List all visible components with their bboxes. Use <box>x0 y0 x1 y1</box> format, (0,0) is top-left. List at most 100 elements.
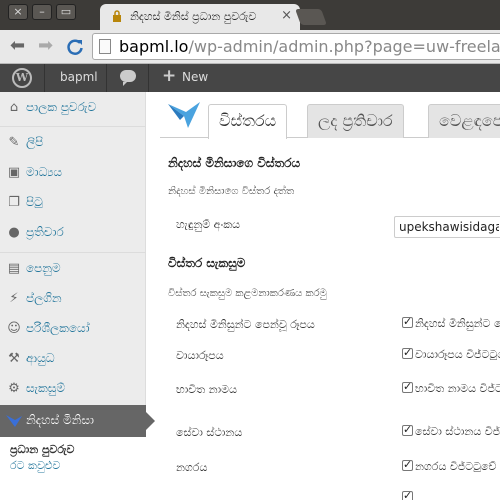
checkbox[interactable] <box>402 346 413 359</box>
submenu-item-main-dashboard[interactable]: ප්‍රධාන පුවරුව <box>10 443 74 457</box>
section-description-settings: විස්තර සැකසුම කළමනාකරණය කරමු <box>168 288 327 299</box>
tab-details[interactable]: විස්තරය <box>208 104 288 139</box>
wp-admin-bar: W bapml + New <box>0 64 500 92</box>
pin-icon: ✎ <box>8 135 20 150</box>
lock-icon <box>113 10 121 22</box>
checkbox-label: නගරය විජ්ටටුවේ <box>415 460 497 473</box>
section-description-profile: නිදහස් මිනිසාගෙ විස්තර දත්ත <box>168 186 295 197</box>
tab-received-responses[interactable]: ලද ප්‍රතිචාර <box>307 104 404 138</box>
settings-icon: ⚙ <box>8 381 20 396</box>
sidebar-submenu: ප්‍රධාන පුවරුව රට කවුළුව <box>0 437 146 500</box>
pages-icon: ❐ <box>8 195 20 210</box>
maximize-window-button[interactable]: ▭ <box>56 4 76 20</box>
site-name-link[interactable]: bapml <box>60 70 98 84</box>
checkbox-label: සේවා ස්ථානය විජ්ටටුවේ <box>415 425 500 438</box>
browser-nav-bar: ⬅ ➡ bapml.lo/wp-admin/admin.php?page=uw-… <box>0 30 500 64</box>
field-label: නගරය <box>176 461 208 474</box>
main-content: විස්තරය ලද ප්‍රතිචාර වෙළඳපොළ නිදහස් මිනි… <box>160 92 500 500</box>
checkbox-label: නිදහස් මිනිසුන්ට පෙන්වන්න <box>415 317 500 330</box>
form-row <box>168 484 500 500</box>
field-label: වායාරූපය <box>176 349 224 362</box>
field-label: සේවා ස්ථානය <box>176 426 243 439</box>
sidebar-item-label: පරිශීලකයෝ <box>26 321 90 335</box>
sidebar-item-label: ප්ලගින <box>26 291 62 305</box>
submenu-item-country-window[interactable]: රට කවුළුව <box>10 459 60 473</box>
checkbox-option[interactable]: වායාරූපය විජ්ටටුවේ <box>402 346 500 362</box>
checkbox-option[interactable]: භාවිත නාමය විජ්ටටුවේ <box>402 380 500 396</box>
username-label: හැඳුනුම් අංකය <box>176 218 241 231</box>
new-content-link[interactable]: New <box>182 70 208 84</box>
wordpress-logo-icon[interactable]: W <box>12 68 32 88</box>
sidebar-item-label: ලිපි <box>26 135 44 149</box>
checkbox[interactable] <box>402 315 413 328</box>
field-label: නිදහස් මිනිසුන්ට පෙන්වූ රූපය <box>176 318 315 331</box>
sidebar-item-posts[interactable]: ✎ ලිපි <box>0 127 146 159</box>
sidebar-item-plugins[interactable]: ⚡ ප්ලගින <box>0 283 146 315</box>
sidebar-item-label: පාලක පුවරුව <box>26 100 97 114</box>
form-row: භාවිත නාමය භාවිත නාමය විජ්ටටුවේ <box>168 375 500 405</box>
checkbox[interactable] <box>402 458 413 471</box>
sidebar-item-freelancer[interactable]: නිදහස් මිනිසා <box>0 405 155 437</box>
page-icon <box>99 39 111 54</box>
sidebar-item-label: ආයුධ <box>26 351 55 365</box>
section-title-profile: නිදහස් මිනිසාගෙ විස්තරය <box>168 156 301 170</box>
users-icon: ☺ <box>7 321 21 336</box>
appearance-icon: ▤ <box>7 261 21 276</box>
divider <box>148 64 149 92</box>
sidebar-item-label: නිදහස් මිනිසා <box>26 413 94 427</box>
tools-icon: ⚒ <box>8 351 20 366</box>
url-host: bapml.lo <box>119 37 189 56</box>
sidebar-item-label: මාධ්‍යය <box>26 165 63 179</box>
tab-close-icon[interactable]: × <box>281 8 292 23</box>
comments-icon: ● <box>8 225 20 240</box>
sidebar-item-label: පිටු <box>26 195 43 209</box>
tab-title: නිදහස් මිනිස් ප්‍රධාන පුවරුව <box>130 10 257 23</box>
close-window-button[interactable]: × <box>8 4 28 20</box>
sidebar-item-label: ප්‍රතිචාර <box>26 225 64 239</box>
divider <box>44 64 45 92</box>
checkbox-option[interactable]: නිදහස් මිනිසුන්ට පෙන්වන්න <box>402 315 500 331</box>
active-indicator <box>146 412 155 430</box>
url-path: /wp-admin/admin.php?page=uw-freelancer-s… <box>188 37 500 56</box>
sidebar-item-pages[interactable]: ❐ පිටු <box>0 187 146 219</box>
sidebar-item-settings[interactable]: ⚙ සැකසුම් <box>0 373 146 405</box>
back-arrow-icon[interactable]: ⬅ <box>10 36 25 56</box>
address-bar[interactable]: bapml.lo/wp-admin/admin.php?page=uw-free… <box>92 33 500 60</box>
form-row: නගරය නගරය විජ්ටටුවේ <box>168 453 500 483</box>
checkbox[interactable] <box>402 380 413 393</box>
checkbox-option[interactable]: නගරය විජ්ටටුවේ <box>402 458 497 474</box>
dashboard-icon: ⌂ <box>9 100 19 115</box>
sidebar-item-comments[interactable]: ● ප්‍රතිචාර <box>0 217 146 249</box>
sidebar-item-tools[interactable]: ⚒ ආයුධ <box>0 343 146 375</box>
bird-icon <box>6 415 22 427</box>
checkbox-label: භාවිත නාමය විජ්ටටුවේ <box>415 382 500 395</box>
comment-bubble-icon[interactable] <box>120 70 136 86</box>
sidebar-item-label: සැකසුම් <box>26 381 65 395</box>
divider <box>106 64 107 92</box>
checkbox-option[interactable]: සේවා ස්ථානය විජ්ටටුවේ <box>402 423 500 439</box>
sidebar-item-dashboard[interactable]: ⌂ පාලක පුවරුව <box>0 92 146 124</box>
tab-bar: විස්තරය ලද ප්‍රතිචාර වෙළඳපොළ <box>160 104 500 139</box>
checkbox[interactable] <box>402 489 413 500</box>
sidebar-item-users[interactable]: ☺ පරිශීලකයෝ <box>0 313 146 345</box>
forward-arrow-icon[interactable]: ➡ <box>38 36 53 56</box>
form-row: වායාරූපය වායාරූපය විජ්ටටුවේ <box>168 341 500 371</box>
sidebar-item-appearance[interactable]: ▤ පෙනුම <box>0 253 146 285</box>
tab-marketplace[interactable]: වෙළඳපොළ <box>428 104 500 138</box>
username-input[interactable] <box>394 216 500 238</box>
media-icon: ▣ <box>7 165 21 180</box>
checkbox[interactable] <box>402 423 413 436</box>
browser-tab-bar: × – ▭ නිදහස් මිනිස් ප්‍රධාන පුවරුව × <box>0 0 500 30</box>
new-tab-button[interactable] <box>295 9 327 25</box>
admin-sidebar: ⌂ පාලක පුවරුව ✎ ලිපි ▣ මාධ්‍යය ❐ පිටු ● … <box>0 92 155 500</box>
checkbox-label: වායාරූපය විජ්ටටුවේ <box>415 348 500 361</box>
sidebar-item-media[interactable]: ▣ මාධ්‍යය <box>0 157 146 189</box>
sidebar-item-label: පෙනුම <box>26 261 61 275</box>
plus-icon[interactable]: + <box>162 66 176 86</box>
reload-icon[interactable] <box>66 38 84 56</box>
checkbox-option[interactable] <box>402 489 415 500</box>
minimize-window-button[interactable]: – <box>32 4 52 20</box>
browser-tab[interactable]: නිදහස් මිනිස් ප්‍රධාන පුවරුව × <box>100 4 300 30</box>
form-row: නිදහස් මිනිසුන්ට පෙන්වූ රූපය නිදහස් මිනි… <box>168 310 500 340</box>
section-title-settings: විස්තර සැකසුම <box>168 256 246 270</box>
